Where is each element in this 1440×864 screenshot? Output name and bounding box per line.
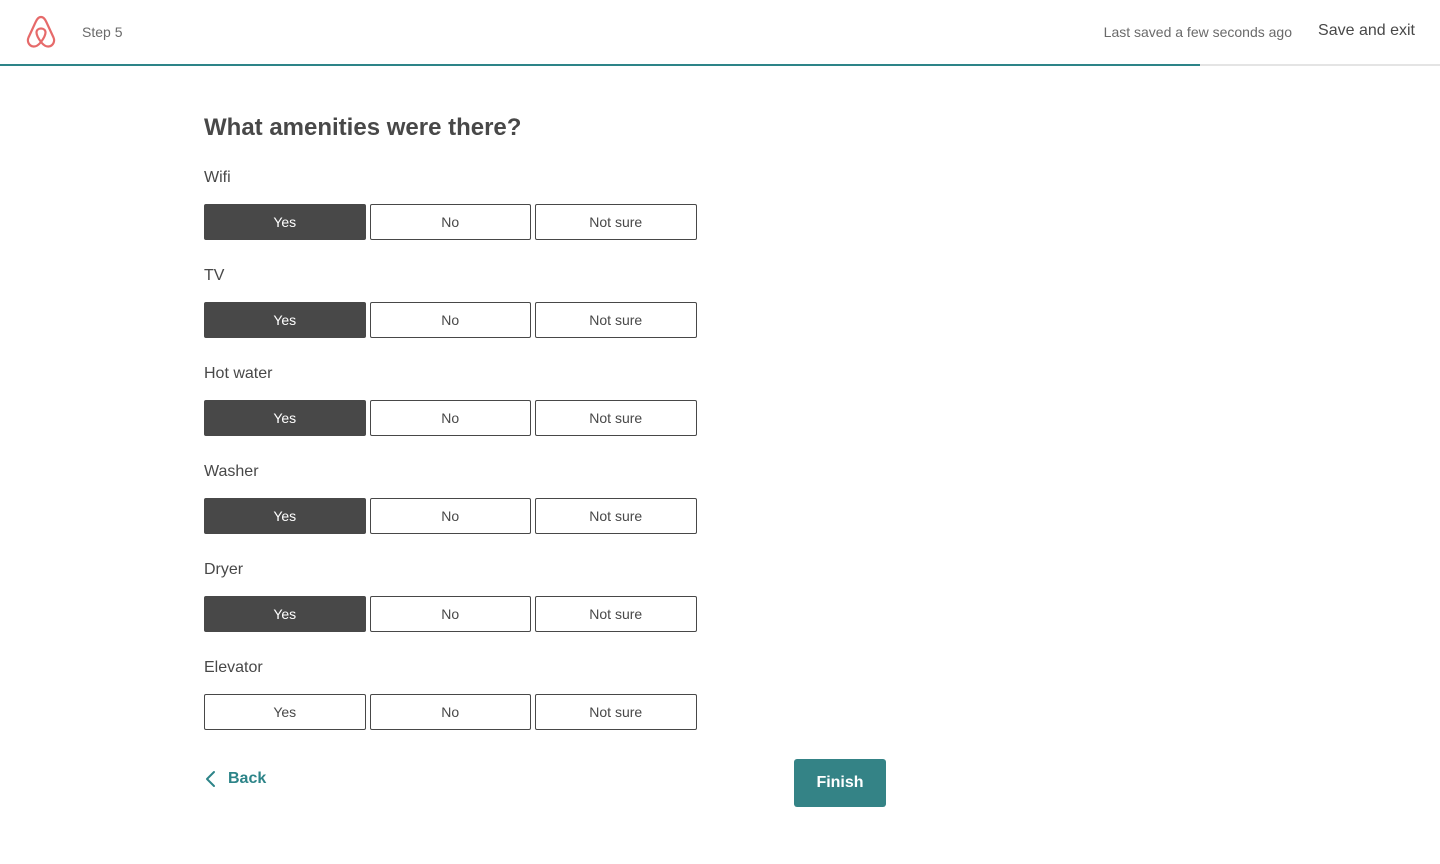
- option-no-button[interactable]: No: [369, 498, 531, 534]
- step-label: Step 5: [82, 24, 123, 40]
- progress-bar: [0, 64, 1440, 66]
- form-footer: Back Finish: [204, 759, 886, 807]
- amenity-label: TV: [204, 267, 225, 284]
- last-saved-status: Last saved a few seconds ago: [1103, 24, 1292, 40]
- amenity-option-group: Yes No Not sure: [204, 400, 904, 436]
- save-and-exit-link[interactable]: Save and exit: [1318, 21, 1415, 41]
- option-not-sure-button[interactable]: Not sure: [535, 596, 697, 632]
- amenity-question: Hot water Yes No Not sure: [204, 364, 904, 462]
- option-yes-button[interactable]: Yes: [204, 204, 366, 240]
- top-header: Step 5 Last saved a few seconds ago Save…: [0, 0, 1440, 64]
- option-no-button[interactable]: No: [369, 596, 531, 632]
- amenity-label: Dryer: [204, 561, 244, 578]
- amenity-question: TV Yes No Not sure: [204, 266, 904, 364]
- option-not-sure-button[interactable]: Not sure: [535, 302, 697, 338]
- amenity-option-group: Yes No Not sure: [204, 498, 904, 534]
- amenity-option-group: Yes No Not sure: [204, 204, 904, 240]
- option-yes-button[interactable]: Yes: [204, 694, 366, 730]
- option-yes-button[interactable]: Yes: [204, 302, 366, 338]
- amenity-question: Dryer Yes No Not sure: [204, 560, 904, 658]
- option-yes-button[interactable]: Yes: [204, 400, 366, 436]
- option-not-sure-button[interactable]: Not sure: [535, 694, 697, 730]
- option-no-button[interactable]: No: [369, 302, 531, 338]
- amenity-label: Hot water: [204, 365, 273, 382]
- amenity-option-group: Yes No Not sure: [204, 694, 904, 730]
- amenity-list: Wifi Yes No Not sure TV Yes No Not sure Hot wate…: [204, 168, 904, 756]
- option-no-button[interactable]: No: [369, 400, 531, 436]
- chevron-left-icon: [206, 771, 215, 787]
- page-title: What amenities were there?: [204, 114, 522, 141]
- amenity-question: Washer Yes No Not sure: [204, 462, 904, 560]
- finish-button[interactable]: Finish: [794, 759, 886, 807]
- back-label: Back: [228, 770, 267, 787]
- amenity-label: Elevator: [204, 659, 263, 676]
- option-not-sure-button[interactable]: Not sure: [535, 400, 697, 436]
- amenity-question: Elevator Yes No Not sure: [204, 658, 904, 756]
- amenity-label: Washer: [204, 463, 259, 480]
- amenity-option-group: Yes No Not sure: [204, 302, 904, 338]
- amenity-question: Wifi Yes No Not sure: [204, 168, 904, 266]
- amenity-label: Wifi: [204, 169, 231, 186]
- option-not-sure-button[interactable]: Not sure: [535, 498, 697, 534]
- option-not-sure-button[interactable]: Not sure: [535, 204, 697, 240]
- option-yes-button[interactable]: Yes: [204, 596, 366, 632]
- option-no-button[interactable]: No: [369, 694, 531, 730]
- back-button[interactable]: Back: [204, 769, 266, 789]
- option-no-button[interactable]: No: [369, 204, 531, 240]
- amenities-form: What amenities were there? Wifi Yes No Not …: [204, 112, 904, 756]
- airbnb-logo-icon[interactable]: [24, 14, 58, 50]
- amenity-option-group: Yes No Not sure: [204, 596, 904, 632]
- option-yes-button[interactable]: Yes: [204, 498, 366, 534]
- progress-bar-fill: [0, 64, 1200, 66]
